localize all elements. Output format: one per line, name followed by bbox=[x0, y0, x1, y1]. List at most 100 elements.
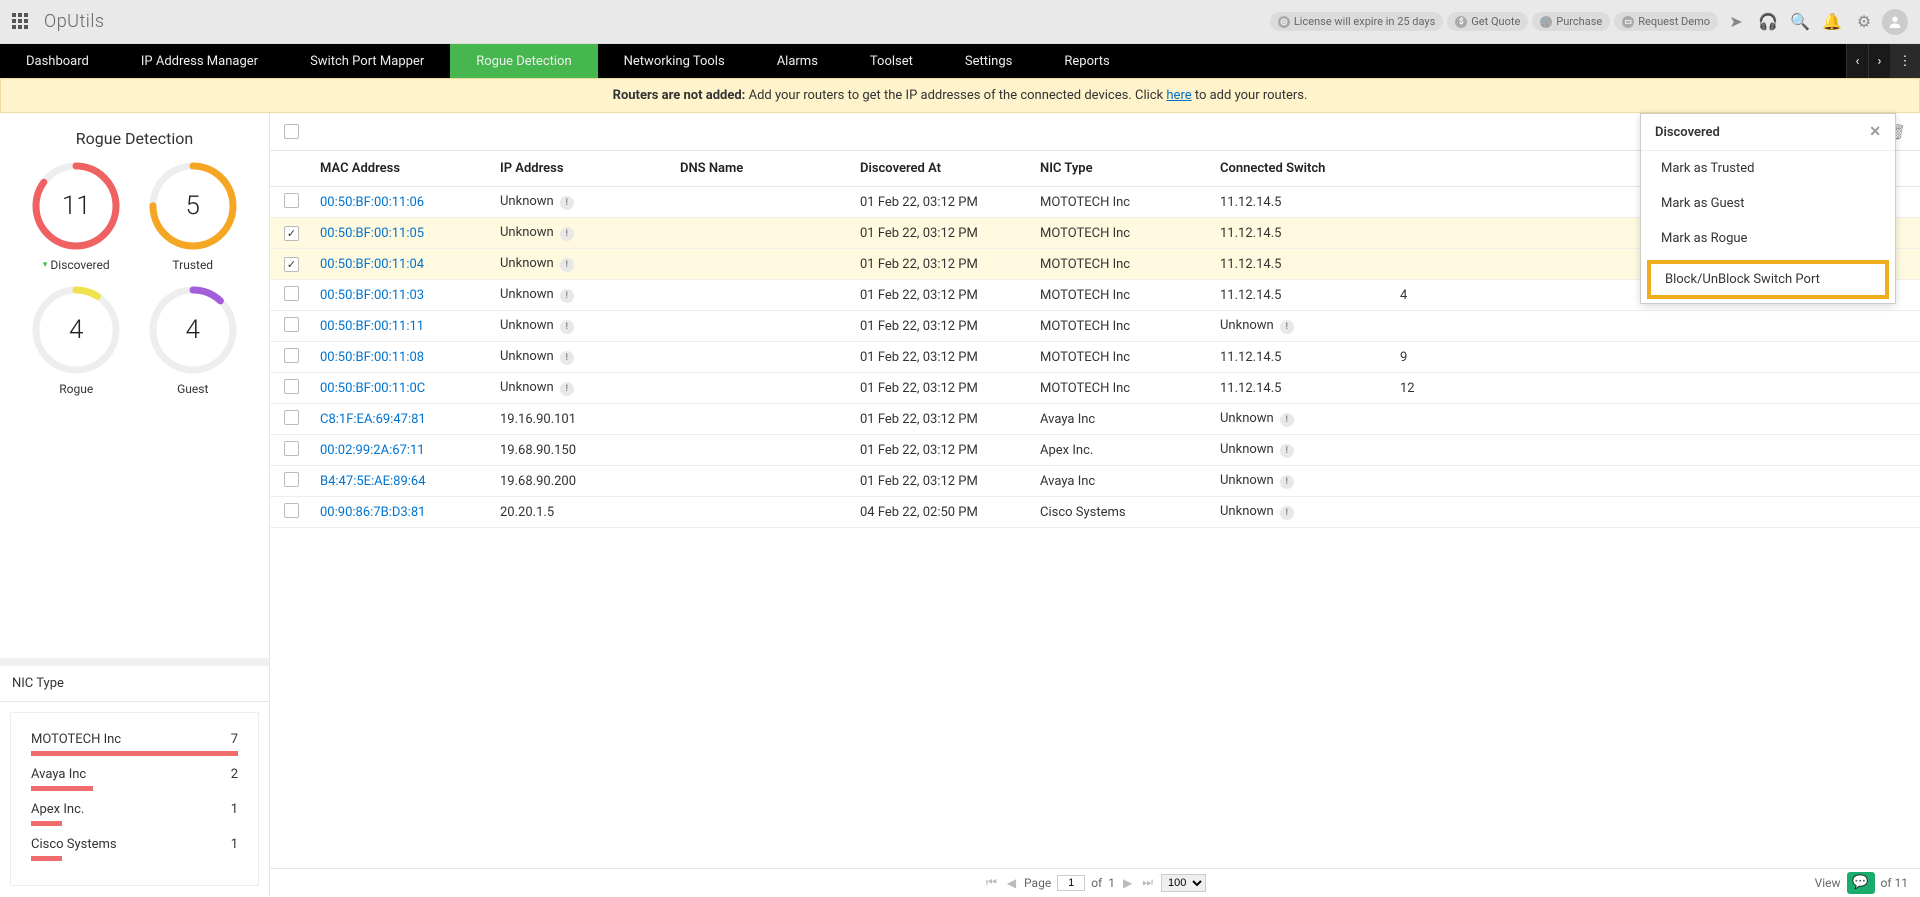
nav-switch-port-mapper[interactable]: Switch Port Mapper bbox=[284, 44, 450, 78]
donut-discovered[interactable]: 11 ▾Discovered bbox=[18, 160, 135, 272]
mac-link[interactable]: 00:02:99:2A:67:11 bbox=[320, 443, 425, 458]
license-text: License will expire in 25 days bbox=[1294, 15, 1435, 28]
page-size-select[interactable]: 100 bbox=[1161, 874, 1206, 892]
table-row[interactable]: C8:1F:EA:69:47:81 19.16.90.101 01 Feb 22… bbox=[270, 404, 1920, 435]
col-nic[interactable]: NIC Type bbox=[1040, 161, 1220, 176]
nav-reports[interactable]: Reports bbox=[1038, 44, 1135, 78]
ctx-block-unblock-switch-port[interactable]: Block/UnBlock Switch Port bbox=[1647, 260, 1889, 299]
request-demo-pill[interactable]: ▭Request Demo bbox=[1614, 12, 1718, 31]
donut-value: 11 bbox=[30, 160, 122, 252]
col-conn[interactable]: Connected Switch bbox=[1220, 161, 1400, 176]
nic-row[interactable]: Apex Inc.1 bbox=[31, 795, 238, 830]
search-icon[interactable]: 🔍 bbox=[1786, 8, 1814, 36]
nav-alarms[interactable]: Alarms bbox=[751, 44, 844, 78]
main-content: ⋯ ▦ 🗑 Discovered ✕ Mark as TrustedMark a… bbox=[270, 113, 1920, 896]
page-last-button[interactable]: ⏭ bbox=[1140, 875, 1155, 890]
row-checkbox[interactable] bbox=[284, 410, 299, 425]
nav-settings[interactable]: Settings bbox=[939, 44, 1038, 78]
nav-more-button[interactable]: ⋮ bbox=[1890, 44, 1920, 78]
avatar[interactable] bbox=[1882, 9, 1908, 35]
nic-row[interactable]: Avaya Inc2 bbox=[31, 760, 238, 795]
nic-cell: MOTOTECH Inc bbox=[1040, 319, 1220, 334]
rocket-icon[interactable]: ➤ bbox=[1722, 8, 1750, 36]
mac-link[interactable]: C8:1F:EA:69:47:81 bbox=[320, 412, 426, 427]
mac-link[interactable]: 00:90:86:7B:D3:81 bbox=[320, 505, 425, 520]
topbar: OpUtils ◎License will expire in 25 days … bbox=[0, 0, 1920, 44]
row-checkbox[interactable] bbox=[284, 193, 299, 208]
row-checkbox[interactable] bbox=[284, 379, 299, 394]
disc-cell: 01 Feb 22, 03:12 PM bbox=[860, 350, 1040, 365]
gear-icon[interactable]: ⚙ bbox=[1850, 8, 1878, 36]
disc-cell: 01 Feb 22, 03:12 PM bbox=[860, 226, 1040, 241]
row-checkbox[interactable] bbox=[284, 317, 299, 332]
nav-next-button[interactable]: › bbox=[1868, 44, 1890, 78]
bell-icon[interactable]: 🔔 bbox=[1818, 8, 1846, 36]
nav-prev-button[interactable]: ‹ bbox=[1846, 44, 1868, 78]
mac-link[interactable]: 00:50:BF:00:11:05 bbox=[320, 226, 424, 241]
nav-networking-tools[interactable]: Networking Tools bbox=[598, 44, 751, 78]
purchase-pill[interactable]: 🛒Purchase bbox=[1532, 12, 1610, 31]
page-prev-button[interactable]: ◀ bbox=[1005, 876, 1018, 890]
page-input[interactable] bbox=[1057, 875, 1085, 891]
ctx-mark-as-guest[interactable]: Mark as Guest bbox=[1641, 186, 1895, 221]
row-checkbox[interactable] bbox=[284, 441, 299, 456]
donut-rogue[interactable]: 4 Rogue bbox=[18, 284, 135, 396]
ctx-mark-as-rogue[interactable]: Mark as Rogue bbox=[1641, 221, 1895, 256]
mac-link[interactable]: 00:50:BF:00:11:04 bbox=[320, 257, 424, 272]
nav-toolset[interactable]: Toolset bbox=[844, 44, 939, 78]
get-quote-pill[interactable]: $Get Quote bbox=[1447, 12, 1528, 31]
table-row[interactable]: B4:47:5E:AE:89:64 19.68.90.200 01 Feb 22… bbox=[270, 466, 1920, 497]
table-row[interactable]: 00:50:BF:00:11:0C Unknown! 01 Feb 22, 03… bbox=[270, 373, 1920, 404]
mac-link[interactable]: 00:50:BF:00:11:11 bbox=[320, 319, 424, 334]
license-pill[interactable]: ◎License will expire in 25 days bbox=[1270, 12, 1443, 31]
ctx-mark-as-trusted[interactable]: Mark as Trusted bbox=[1641, 151, 1895, 186]
row-checkbox[interactable] bbox=[284, 286, 299, 301]
disc-cell: 01 Feb 22, 03:12 PM bbox=[860, 288, 1040, 303]
nav-rogue-detection[interactable]: Rogue Detection bbox=[450, 44, 597, 78]
banner-link[interactable]: here bbox=[1166, 88, 1191, 103]
col-ip[interactable]: IP Address bbox=[500, 161, 680, 176]
donut-value: 4 bbox=[147, 284, 239, 376]
headset-icon[interactable]: 🎧 bbox=[1754, 8, 1782, 36]
mac-link[interactable]: B4:47:5E:AE:89:64 bbox=[320, 474, 426, 489]
table-row[interactable]: 00:50:BF:00:11:11 Unknown! 01 Feb 22, 03… bbox=[270, 311, 1920, 342]
table-row[interactable]: 00:90:86:7B:D3:81 20.20.1.5 04 Feb 22, 0… bbox=[270, 497, 1920, 528]
nic-cell: MOTOTECH Inc bbox=[1040, 257, 1220, 272]
conn-cell: 11.12.14.5 bbox=[1220, 226, 1400, 241]
nic-name: Cisco Systems bbox=[31, 837, 117, 852]
conn-cell: 11.12.14.5 bbox=[1220, 288, 1400, 303]
donut-guest[interactable]: 4 Guest bbox=[135, 284, 252, 396]
table-row[interactable]: 00:02:99:2A:67:11 19.68.90.150 01 Feb 22… bbox=[270, 435, 1920, 466]
row-checkbox[interactable] bbox=[284, 257, 299, 272]
col-disc[interactable]: Discovered At bbox=[860, 161, 1040, 176]
nav-ip-address-manager[interactable]: IP Address Manager bbox=[115, 44, 284, 78]
app-title: OpUtils bbox=[44, 11, 105, 32]
nav-dashboard[interactable]: Dashboard bbox=[0, 44, 115, 78]
mac-link[interactable]: 00:50:BF:00:11:08 bbox=[320, 350, 424, 365]
row-checkbox[interactable] bbox=[284, 472, 299, 487]
mac-link[interactable]: 00:50:BF:00:11:0C bbox=[320, 381, 425, 396]
app-launcher-icon[interactable] bbox=[12, 13, 30, 31]
row-checkbox[interactable] bbox=[284, 503, 299, 518]
select-all-checkbox[interactable] bbox=[284, 124, 299, 139]
col-mac[interactable]: MAC Address bbox=[320, 161, 500, 176]
row-checkbox[interactable] bbox=[284, 226, 299, 241]
chat-icon[interactable]: 💬 bbox=[1847, 872, 1875, 894]
cart-icon: 🛒 bbox=[1540, 16, 1552, 28]
context-menu-close[interactable]: ✕ bbox=[1869, 124, 1881, 140]
ip-cell: Unknown! bbox=[500, 318, 680, 334]
page-first-button[interactable]: ⏮ bbox=[984, 875, 999, 890]
page-next-button[interactable]: ▶ bbox=[1121, 876, 1134, 890]
donut-trusted[interactable]: 5 Trusted bbox=[135, 160, 252, 272]
donut-value: 4 bbox=[30, 284, 122, 376]
warn-icon: ! bbox=[1280, 413, 1294, 427]
nic-row[interactable]: Cisco Systems1 bbox=[31, 830, 238, 865]
col-dns[interactable]: DNS Name bbox=[680, 161, 860, 176]
row-checkbox[interactable] bbox=[284, 348, 299, 363]
mac-link[interactable]: 00:50:BF:00:11:03 bbox=[320, 288, 424, 303]
request-demo-text: Request Demo bbox=[1638, 15, 1710, 28]
mac-link[interactable]: 00:50:BF:00:11:06 bbox=[320, 195, 424, 210]
nic-row[interactable]: MOTOTECH Inc7 bbox=[31, 725, 238, 760]
table-row[interactable]: 00:50:BF:00:11:08 Unknown! 01 Feb 22, 03… bbox=[270, 342, 1920, 373]
ip-cell: 19.68.90.200 bbox=[500, 474, 680, 489]
